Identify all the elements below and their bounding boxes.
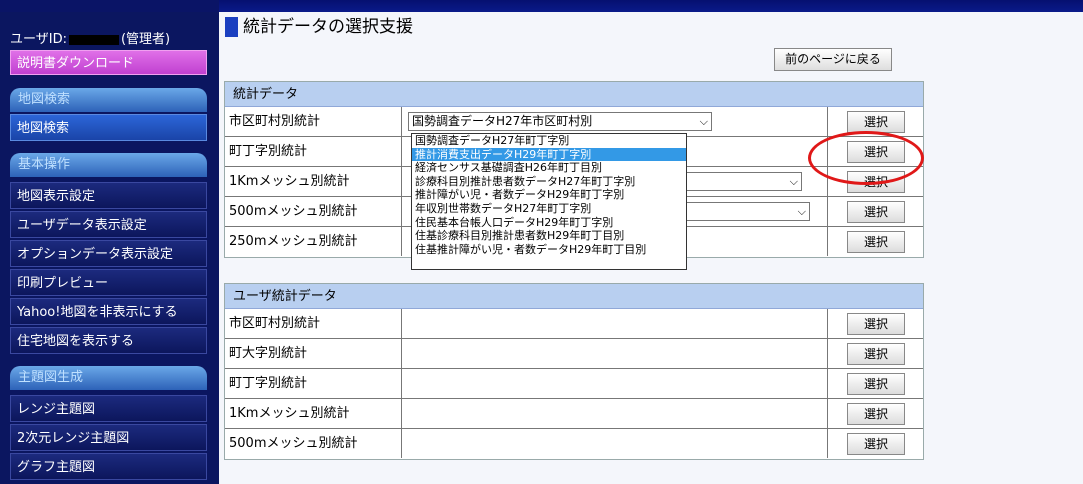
- sidebar-item-map-search[interactable]: 地図検索: [10, 114, 207, 141]
- sidebar-item-map-display-settings[interactable]: 地図表示設定: [10, 182, 207, 209]
- sidebar-item-print-preview[interactable]: 印刷プレビュー: [10, 269, 207, 296]
- town-stats-dropdown-list[interactable]: 国勢調査データH27年町丁字別 推計消費支出データH29年町丁字別 経済センサス基礎…: [411, 133, 687, 270]
- chevron-down-icon: ⌵: [789, 175, 798, 188]
- select-button[interactable]: 選択: [847, 313, 905, 335]
- table-row: 町大字別統計 選択: [225, 339, 923, 369]
- user-id-line: ユーザID: (管理者): [10, 28, 170, 47]
- row-label: 市区町村別統計: [225, 107, 402, 136]
- row-label: 町大字別統計: [225, 339, 402, 368]
- user-stats-panel-header: ユーザ統計データ: [225, 284, 923, 309]
- dropdown-option[interactable]: 経済センサス基礎調査H26年町丁目別: [412, 161, 686, 175]
- table-row: 市区町村別統計 選択: [225, 309, 923, 339]
- row-label: 500mメッシュ別統計: [225, 197, 402, 226]
- stats-panel-header: 統計データ: [225, 82, 923, 107]
- user-id-label: ユーザID:: [10, 32, 67, 47]
- sidebar-item-show-housing-map[interactable]: 住宅地図を表示する: [10, 327, 207, 354]
- row-label: 町丁字別統計: [225, 137, 402, 166]
- row-label: 250mメッシュ別統計: [225, 227, 402, 256]
- page-title: 統計データの選択支援: [225, 16, 413, 38]
- sidebar-item-graph-thematic[interactable]: グラフ主題図: [10, 453, 207, 480]
- sidebar-item-hide-yahoo-map[interactable]: Yahoo!地図を非表示にする: [10, 298, 207, 325]
- dropdown-option[interactable]: 診療科目別推計患者数データH27年町丁字別: [412, 175, 686, 189]
- dropdown-option[interactable]: 住基診療科目別推計患者数H29年町丁目別: [412, 229, 686, 243]
- section-header-thematic-map: 主題図生成: [10, 366, 207, 390]
- dropdown-option[interactable]: 住基推計障がい児・者数データH29年町丁目別: [412, 243, 686, 257]
- select-button[interactable]: 選択: [847, 111, 905, 133]
- dropdown-option[interactable]: 推計障がい児・者数データH29年町丁字別: [412, 188, 686, 202]
- chevron-down-icon: ⌵: [699, 115, 708, 128]
- select-button[interactable]: 選択: [847, 343, 905, 365]
- sidebar-item-option-data-display-settings[interactable]: オプションデータ表示設定: [10, 240, 207, 267]
- table-row: 1Kmメッシュ別統計 選択: [225, 399, 923, 429]
- table-row: 町丁字別統計 選択: [225, 369, 923, 399]
- top-bar-right: [219, 0, 1083, 12]
- highlight-circle: [808, 131, 924, 185]
- manual-download-button[interactable]: 説明書ダウンロード: [10, 50, 207, 75]
- sidebar: ユーザID: (管理者) 説明書ダウンロード 地図検索 地図検索 基本操作 地図表…: [0, 12, 219, 484]
- dropdown-option[interactable]: 国勢調査データH27年町丁字別: [412, 134, 686, 148]
- dropdown-option[interactable]: 推計消費支出データH29年町丁字別: [412, 147, 686, 162]
- section-header-basic-ops: 基本操作: [10, 153, 207, 177]
- row-label: 市区町村別統計: [225, 309, 402, 338]
- row-label: 1Kmメッシュ別統計: [225, 167, 402, 196]
- user-stats-data-panel: ユーザ統計データ 市区町村別統計 選択 町大字別統計 選択 町丁字別統計 選択 …: [224, 283, 924, 460]
- select-button[interactable]: 選択: [847, 231, 905, 253]
- chevron-down-icon: ⌵: [797, 205, 806, 218]
- select-button[interactable]: 選択: [847, 403, 905, 425]
- row-label: 500mメッシュ別統計: [225, 429, 402, 458]
- dropdown-option[interactable]: 年収別世帯数データH27年町丁字別: [412, 202, 686, 216]
- sidebar-item-range-thematic[interactable]: レンジ主題図: [10, 395, 207, 422]
- user-role: (管理者): [120, 32, 171, 47]
- sidebar-item-2d-range-thematic[interactable]: 2次元レンジ主題図: [10, 424, 207, 451]
- section-header-map-search: 地図検索: [10, 88, 207, 112]
- sidebar-item-user-data-display-settings[interactable]: ユーザデータ表示設定: [10, 211, 207, 238]
- select-button[interactable]: 選択: [847, 373, 905, 395]
- select-button[interactable]: 選択: [847, 201, 905, 223]
- municipality-stats-select[interactable]: 国勢調査データH27年市区町村別 ⌵: [408, 112, 712, 131]
- row-label: 1Kmメッシュ別統計: [225, 399, 402, 428]
- select-button[interactable]: 選択: [847, 433, 905, 455]
- user-id-masked: [68, 34, 119, 45]
- dropdown-option[interactable]: 住民基本台帳人口データH29年町丁字別: [412, 216, 686, 230]
- back-button[interactable]: 前のページに戻る: [774, 48, 892, 71]
- table-row: 500mメッシュ別統計 選択: [225, 429, 923, 459]
- row-label: 町丁字別統計: [225, 369, 402, 398]
- select-value: 国勢調査データH27年市区町村別: [412, 114, 593, 128]
